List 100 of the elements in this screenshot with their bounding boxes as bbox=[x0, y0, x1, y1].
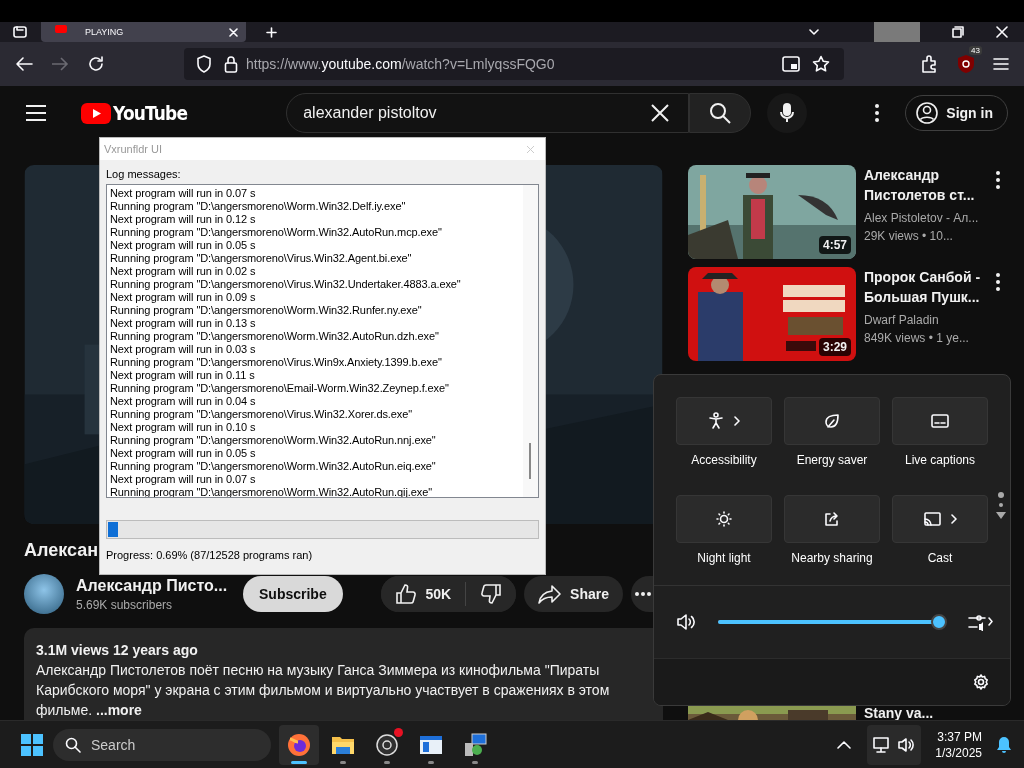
search-icon bbox=[709, 102, 732, 124]
puzzle-icon[interactable] bbox=[921, 55, 939, 73]
more-icon[interactable] bbox=[875, 104, 880, 122]
window-title: Vxrunfldr UI bbox=[104, 143, 163, 155]
video-stats: 3.1M views 12 years ago bbox=[36, 641, 199, 660]
shield-icon[interactable] bbox=[957, 54, 975, 74]
slider-thumb[interactable] bbox=[931, 614, 948, 630]
thumbs-up-icon bbox=[395, 583, 418, 606]
description-panel[interactable]: 3.1M views 12 years ago Александр Пистолетов поёт песню на музыку Ганса Зиммера из кинофильма "Пираты Карибского моря" у экрана с этим фильмом и виртуально участвует в сражениях в этом фильме. ...more bbox=[24, 628, 663, 720]
accessibility-icon bbox=[708, 412, 724, 430]
youtube-icon bbox=[55, 25, 67, 33]
clock-date[interactable]: 1/3/2025 bbox=[935, 744, 982, 761]
share-icon bbox=[824, 511, 840, 527]
more-icon bbox=[635, 592, 651, 597]
more-icon[interactable] bbox=[996, 171, 1000, 189]
scrollbar-thumb[interactable] bbox=[529, 443, 531, 479]
installer-icon bbox=[463, 732, 487, 757]
search-icon bbox=[65, 736, 81, 753]
quick-setting-tile[interactable] bbox=[892, 397, 988, 445]
share-button[interactable]: Share bbox=[524, 576, 623, 613]
microphone-icon bbox=[780, 103, 795, 123]
menu-icon[interactable] bbox=[26, 105, 46, 121]
log-line: Running program "D:\angersmoreno\Virus.Win9x.Anxiety.1399.b.exe" bbox=[110, 356, 443, 369]
log-line: Running program "D:\angersmoreno\Email-Worm.Win32.Zeynep.f.exe" bbox=[110, 382, 450, 395]
chevron-up-icon[interactable] bbox=[837, 740, 852, 749]
new-tab-icon[interactable] bbox=[266, 26, 277, 38]
log-line: Running program "D:\angersmoreno\Worm.Win32.AutoRun.eiq.exe" bbox=[110, 460, 437, 473]
tile-label: Energy saver bbox=[796, 453, 868, 469]
tab-list-icon[interactable] bbox=[13, 26, 27, 38]
video-description: Александр Пистолетов поёт песню на музыку Ганса Зиммера из кинофильма "Пираты Карибского моря" у экрана с этим фильмом и виртуально участвует в сражениях в этом фильме. ...more bbox=[36, 661, 611, 720]
taskbar-app-button[interactable] bbox=[279, 724, 319, 765]
tab-status-text: PLAYING bbox=[85, 27, 125, 37]
bell-icon[interactable] bbox=[996, 735, 1012, 754]
log-label: Log messages: bbox=[106, 168, 182, 180]
log-line: Running program "D:\angersmoreno\Virus.Win32.Agent.bi.exe" bbox=[110, 252, 413, 265]
tray-button[interactable] bbox=[867, 724, 922, 765]
video-title[interactable]: Пророк Санбой - Большая Пушк... bbox=[864, 267, 982, 307]
settings-icon[interactable] bbox=[973, 674, 989, 690]
log-line: Next program will run in 0.07 s bbox=[110, 187, 257, 200]
channel-name[interactable]: Dwarf Paladin bbox=[864, 311, 982, 329]
running-indicator bbox=[291, 760, 307, 764]
quick-setting-tile[interactable] bbox=[784, 397, 880, 445]
back-icon[interactable] bbox=[15, 56, 33, 72]
speaker-icon bbox=[897, 736, 916, 753]
log-line: Next program will run in 0.11 s bbox=[110, 369, 256, 382]
running-indicator bbox=[340, 760, 346, 764]
channel-avatar[interactable] bbox=[24, 574, 64, 615]
subscribe-button[interactable]: Subscribe bbox=[243, 576, 343, 613]
browser-tab[interactable]: PLAYING bbox=[41, 22, 246, 42]
notification-dot bbox=[394, 727, 403, 737]
channel-name[interactable]: Александр Писто... bbox=[76, 576, 231, 595]
star-icon[interactable] bbox=[812, 55, 830, 73]
clock-time[interactable]: 3:37 PM bbox=[935, 728, 982, 745]
video-title[interactable]: Александр Пистолетов ст... bbox=[864, 165, 982, 205]
video-title[interactable]: Stany va... bbox=[864, 706, 982, 720]
picture-in-picture-icon[interactable] bbox=[782, 56, 800, 72]
log-line: Next program will run in 0.05 s bbox=[110, 239, 257, 252]
quick-setting-tile[interactable] bbox=[676, 397, 772, 445]
search-query-field[interactable]: alexander pistoltov bbox=[286, 93, 690, 133]
log-line: Next program will run in 0.05 s bbox=[110, 447, 257, 460]
log-line: Running program "D:\angersmoreno\Worm.Win32.AutoRun.mcp.exe" bbox=[110, 226, 443, 239]
restore-icon[interactable] bbox=[952, 26, 964, 38]
account-icon bbox=[916, 102, 939, 124]
search-text: alexander pistoltov bbox=[303, 104, 437, 122]
quick-setting-tile[interactable] bbox=[784, 495, 880, 543]
audio-output-icon[interactable] bbox=[968, 613, 994, 631]
url-text: https://www.youtube.com/watch?v=LmlyqssFQG0 bbox=[246, 56, 555, 72]
log-line: Next program will run in 0.04 s bbox=[110, 395, 257, 408]
video-duration: 4:57 bbox=[818, 236, 851, 254]
chevron-down-icon[interactable] bbox=[809, 29, 819, 35]
quick-setting-tile[interactable] bbox=[676, 495, 772, 543]
windows-start-icon[interactable] bbox=[21, 733, 43, 756]
microphone-button[interactable] bbox=[767, 93, 808, 133]
sun-icon bbox=[716, 511, 732, 527]
quick-setting-tile[interactable] bbox=[892, 495, 988, 543]
reload-icon[interactable] bbox=[87, 55, 105, 73]
shield-icon[interactable] bbox=[196, 55, 212, 73]
caret-down-icon[interactable] bbox=[996, 512, 1006, 519]
lock-icon[interactable] bbox=[224, 55, 238, 73]
running-indicator bbox=[384, 760, 390, 764]
log-line: Running program "D:\angersmoreno\Worm.Win32.AutoRun.nnj.exe" bbox=[110, 434, 437, 447]
speaker-icon[interactable] bbox=[676, 613, 696, 631]
more-link[interactable]: ...more bbox=[96, 702, 142, 718]
youtube-logo-text[interactable]: YouTube bbox=[113, 101, 188, 125]
leaf-icon bbox=[824, 413, 840, 429]
log-line: Next program will run in 0.13 s bbox=[110, 317, 257, 330]
page-dot[interactable] bbox=[998, 492, 1004, 498]
channel-name[interactable]: Alex Pistoletov - Ал... bbox=[864, 209, 982, 227]
page-dot[interactable] bbox=[999, 503, 1003, 507]
network-icon bbox=[873, 735, 892, 754]
search-button[interactable] bbox=[689, 93, 752, 133]
youtube-logo-icon[interactable] bbox=[81, 102, 111, 124]
address-bar[interactable]: https://www.youtube.com/watch?v=LmlyqssFQG0 bbox=[184, 48, 844, 80]
taskbar-search-field[interactable]: Search bbox=[53, 728, 271, 761]
more-icon[interactable] bbox=[996, 273, 1000, 291]
running-indicator bbox=[428, 760, 434, 764]
log-line: Next program will run in 0.12 s bbox=[110, 213, 257, 226]
log-line: Next program will run in 0.02 s bbox=[110, 265, 257, 278]
more-button[interactable] bbox=[631, 576, 653, 613]
record-icon bbox=[375, 732, 399, 757]
